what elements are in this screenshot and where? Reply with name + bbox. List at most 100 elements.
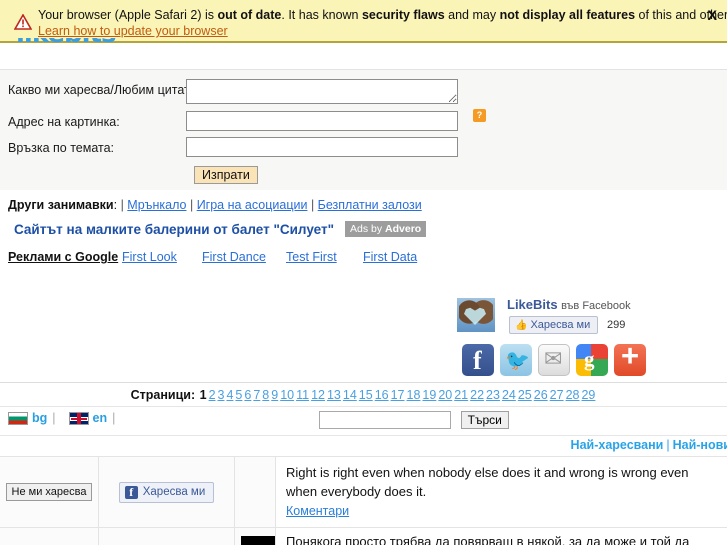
- page-link-25[interactable]: 25: [517, 388, 533, 402]
- topic-link-label: Връзка по темата:: [8, 141, 115, 155]
- page-link-16[interactable]: 16: [374, 388, 390, 402]
- page-link-23[interactable]: 23: [485, 388, 501, 402]
- bulgaria-flag-icon[interactable]: [8, 411, 28, 425]
- page-link-8[interactable]: 8: [261, 388, 270, 402]
- advero-ad-block: Сайтът на малките балерини от балет "Сил…: [0, 216, 727, 248]
- warning-text-3: . It has known: [281, 8, 362, 22]
- sort-most-liked-link[interactable]: Най-харесвани: [571, 438, 664, 452]
- lang-divider-2: |: [112, 411, 116, 425]
- facebook-like-label: Харесва ми: [530, 319, 591, 331]
- google-ad-link-test-first[interactable]: Test First: [286, 250, 337, 264]
- lang-link-bg[interactable]: bg: [32, 411, 47, 425]
- submit-row: Изпрати: [0, 163, 727, 190]
- thumbnail-image: [241, 536, 275, 545]
- warning-text-4: security flaws: [361, 8, 445, 22]
- page-link-15[interactable]: 15: [358, 388, 374, 402]
- dislike-cell: [0, 528, 99, 545]
- link-zalozi[interactable]: Безплатни залози: [318, 198, 422, 212]
- other-activities-colon: :: [113, 198, 118, 212]
- ads-by-prefix: Ads by: [350, 223, 386, 235]
- link-asociacii[interactable]: Игра на асоциации: [197, 198, 308, 212]
- warning-text-1: Your browser (Apple Safari 2) is: [38, 8, 218, 22]
- like-cell: f Харесва ми: [99, 457, 235, 527]
- page-link-13[interactable]: 13: [326, 388, 342, 402]
- likebits-suffix: във Facebook: [561, 300, 631, 312]
- addthis-share-icon[interactable]: [614, 344, 646, 376]
- page-link-17[interactable]: 17: [390, 388, 406, 402]
- google-plus-share-icon[interactable]: g: [576, 344, 608, 376]
- quote-label: Какво ми харесва/Любим цитат:: [8, 83, 194, 97]
- page-link-7[interactable]: 7: [252, 388, 261, 402]
- quote-text-cell: Понякога просто трябва да повярваш в няк…: [276, 528, 727, 545]
- advero-brand: Advero: [385, 223, 422, 235]
- twitter-share-icon[interactable]: [500, 344, 532, 376]
- language-search-bar: bg | en | Търси: [0, 406, 727, 435]
- sort-bar: Най-харесвани | Най-нови: [0, 435, 727, 456]
- likebits-title: LikeBits във Facebook: [507, 297, 631, 312]
- topic-link-input[interactable]: [186, 137, 458, 157]
- page-link-28[interactable]: 28: [565, 388, 581, 402]
- main-panel: Какво ми харесва/Любим цитат: Адрес на к…: [0, 69, 727, 545]
- language-switcher: bg | en |: [8, 411, 120, 425]
- ads-by-advero-badge: Ads by Advero: [345, 221, 427, 237]
- facebook-like-button[interactable]: 👍 Харесва ми: [509, 316, 599, 334]
- close-warning-button[interactable]: X: [708, 7, 717, 23]
- search-button[interactable]: Търси: [460, 411, 509, 429]
- page-link-14[interactable]: 14: [342, 388, 358, 402]
- pagination: Страници: 1 2 3 4 5 6 7 8 9 10 11 12 13 14 15 16 17 18 19 2…: [0, 382, 727, 406]
- comments-link[interactable]: Коментари: [286, 504, 349, 518]
- like-cell: [99, 528, 235, 545]
- search-box: Търси: [319, 411, 509, 429]
- warning-text-6: not display all features: [499, 8, 636, 22]
- advero-ad-title[interactable]: Сайтът на малките балерини от балет "Сил…: [14, 222, 334, 237]
- page-link-27[interactable]: 27: [549, 388, 565, 402]
- facebook-like-count: 299: [607, 319, 626, 331]
- page-link-10[interactable]: 10: [279, 388, 295, 402]
- google-ad-link-first-dance[interactable]: First Dance: [202, 250, 266, 264]
- page-link-24[interactable]: 24: [501, 388, 517, 402]
- google-ad-link-first-data[interactable]: First Data: [363, 250, 417, 264]
- page-link-26[interactable]: 26: [533, 388, 549, 402]
- page-link-11[interactable]: 11: [295, 388, 310, 402]
- site-logo-text: likebits: [16, 38, 136, 46]
- form-row-link: Връзка по темата:: [0, 137, 727, 163]
- page-link-21[interactable]: 21: [453, 388, 469, 402]
- share-icons-row: g: [462, 344, 646, 376]
- facebook-share-icon[interactable]: [462, 344, 494, 376]
- uk-flag-icon[interactable]: [68, 411, 89, 425]
- link-mrankalo[interactable]: Мрънкало: [127, 198, 186, 212]
- google-ads-label[interactable]: Реклами с Google: [8, 250, 118, 264]
- table-row: Понякога просто трябва да повярваш в няк…: [0, 527, 727, 545]
- search-input[interactable]: [319, 411, 451, 429]
- submit-button[interactable]: Изпрати: [194, 166, 258, 184]
- lang-link-en[interactable]: en: [93, 411, 108, 425]
- warning-text-2: out of date: [217, 8, 282, 22]
- sort-links: Най-харесвани | Най-нови: [571, 438, 727, 452]
- sort-divider: |: [666, 438, 670, 452]
- site-logo[interactable]: likebits: [16, 38, 136, 46]
- page-link-29[interactable]: 29: [580, 388, 596, 402]
- page-link-22[interactable]: 22: [469, 388, 485, 402]
- page-link-6[interactable]: 6: [243, 388, 252, 402]
- page-link-20[interactable]: 20: [437, 388, 453, 402]
- dislike-button[interactable]: Не ми харесва: [5, 483, 93, 501]
- page-link-19[interactable]: 19: [421, 388, 437, 402]
- sort-newest-link[interactable]: Най-нови: [673, 438, 727, 452]
- browser-update-warning-bar: Your browser (Apple Safari 2) is out of …: [0, 0, 727, 43]
- quote-text: Right is right even when nobody else doe…: [286, 465, 689, 499]
- help-icon[interactable]: ?: [473, 109, 486, 122]
- update-browser-link[interactable]: Learn how to update your browser: [38, 24, 228, 38]
- warning-message: Your browser (Apple Safari 2) is out of …: [38, 7, 727, 23]
- page-link-18[interactable]: 18: [406, 388, 422, 402]
- google-ad-link-first-look[interactable]: First Look: [122, 250, 177, 264]
- facebook-like-button-row1[interactable]: f Харесва ми: [118, 481, 215, 503]
- thumbnail-cell: [235, 457, 276, 527]
- page-link-2[interactable]: 2: [208, 388, 217, 402]
- image-url-input[interactable]: [186, 111, 458, 131]
- thumbs-up-icon: 👍: [515, 320, 528, 331]
- pagination-current-page: 1: [199, 388, 207, 402]
- page-link-12[interactable]: 12: [310, 388, 326, 402]
- quote-textarea[interactable]: [186, 79, 458, 104]
- email-share-icon[interactable]: [538, 344, 570, 376]
- page-link-9[interactable]: 9: [270, 388, 279, 402]
